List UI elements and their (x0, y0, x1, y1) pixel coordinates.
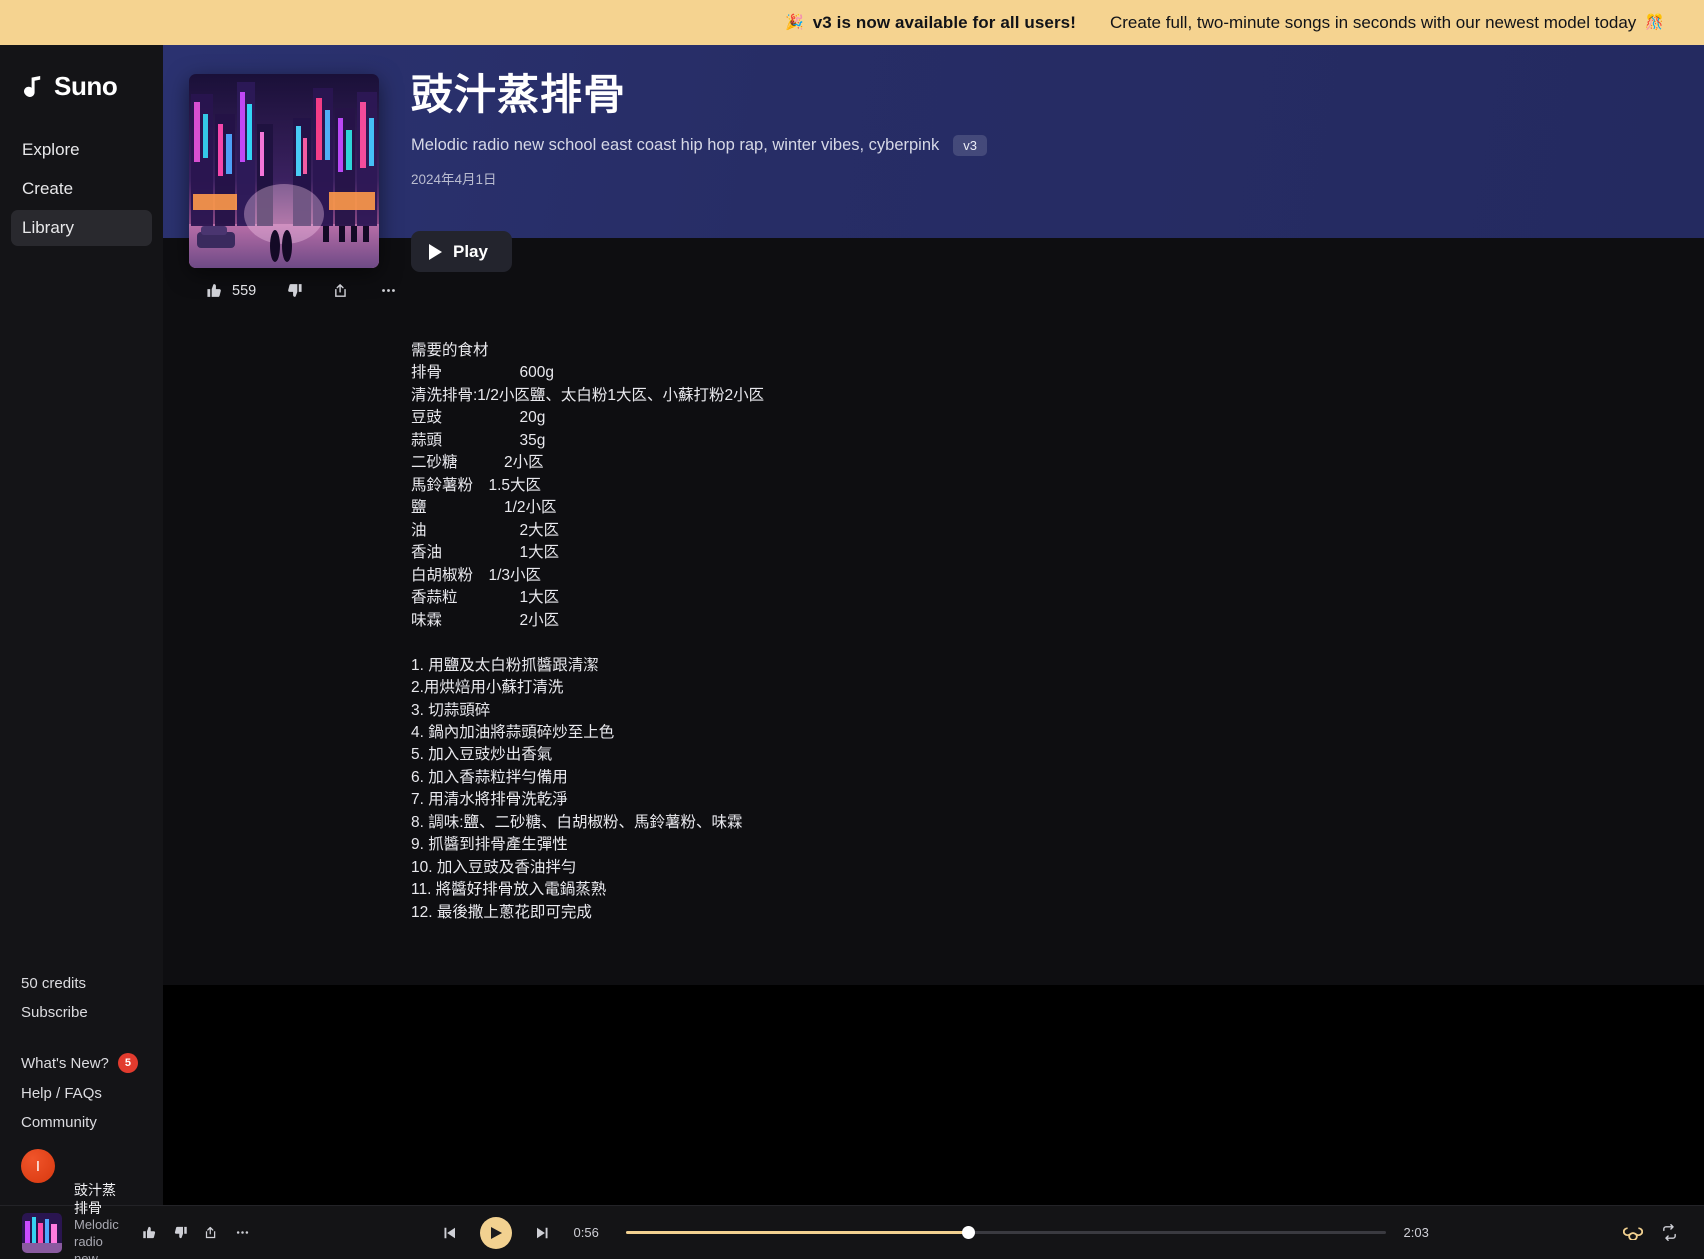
player-controls: 0:56 2:03 (250, 1216, 1623, 1249)
song-meta-row: Melodic radio new school east coast hip … (411, 135, 988, 157)
cover-art[interactable] (189, 74, 379, 268)
player-actions (142, 1225, 250, 1240)
thumbs-up-icon (207, 284, 221, 297)
sidebar-item-library[interactable]: Library (11, 210, 152, 246)
player-share-icon[interactable] (204, 1225, 219, 1240)
credits-label: 50 credits (21, 975, 87, 992)
whats-new-label: What's New? (21, 1054, 109, 1072)
share-icon (335, 284, 346, 297)
player-ellipsis-icon[interactable] (235, 1225, 250, 1240)
dislike-button[interactable] (281, 277, 308, 304)
like-count: 559 (232, 282, 257, 299)
whats-new-link[interactable]: What's New? 5 (0, 1047, 163, 1079)
help-faqs-link[interactable]: Help / FAQs (0, 1079, 163, 1108)
play-button[interactable]: Play (411, 231, 512, 272)
page-title: 豉汁蒸排骨 (411, 71, 627, 118)
bottom-player-bar: 豉汁蒸排骨 Melodic radio new school (0, 1182, 1704, 1259)
community-link[interactable]: Community (0, 1108, 163, 1137)
player-play-button[interactable] (479, 1216, 512, 1249)
promo-subtext-text: Create full, two-minute songs in seconds… (1109, 12, 1637, 32)
seek-slider[interactable] (625, 1224, 1386, 1242)
sidebar-nav: Explore Create Library (0, 132, 163, 246)
share-button[interactable] (328, 277, 355, 304)
current-time: 0:56 (573, 1225, 599, 1240)
repeat-icon[interactable] (1661, 1224, 1678, 1241)
confetti-icon-right: 🎊 (1645, 14, 1664, 31)
like-button[interactable]: 559 (201, 277, 261, 304)
player-thumbs-down-icon[interactable] (173, 1225, 188, 1240)
suno-song-page: 🎉 v3 is now available for all users! Cre… (0, 0, 1704, 1259)
player-track-info: 豉汁蒸排骨 Melodic radio new school (0, 1181, 250, 1259)
suno-logo-icon (24, 75, 41, 97)
subscribe-link[interactable]: Subscribe (0, 998, 163, 1027)
seek-handle[interactable] (961, 1226, 975, 1239)
promo-banner: 🎉 v3 is now available for all users! Cre… (0, 0, 1704, 45)
player-thumbnail-image (22, 1212, 62, 1253)
sidebar-item-explore[interactable]: Explore (11, 132, 152, 168)
sidebar: Suno Explore Create Library 50 credits S… (0, 45, 163, 1205)
skip-previous-icon (444, 1227, 455, 1238)
promo-subtext: Create full, two-minute songs in seconds… (1110, 13, 1664, 33)
confetti-icon: 🎉 (784, 14, 804, 31)
player-play-icon (491, 1226, 502, 1239)
skip-next-icon (536, 1227, 547, 1238)
avatar[interactable]: I (21, 1149, 55, 1183)
song-actions: 559 (201, 277, 402, 304)
play-button-label: Play (453, 241, 488, 261)
player-thumbnail[interactable] (22, 1212, 62, 1253)
video-player-pane[interactable] (163, 985, 1704, 1205)
play-icon (429, 243, 442, 260)
whats-new-badge: 5 (117, 1053, 138, 1073)
next-track-button[interactable] (530, 1220, 556, 1246)
previous-track-button[interactable] (436, 1220, 462, 1246)
main-content: 豉汁蒸排骨 Melodic radio new school east coas… (163, 45, 1704, 1205)
more-options-button[interactable] (375, 277, 402, 304)
song-date: 2024年4月1日 (411, 172, 497, 188)
infinity-icon[interactable] (1623, 1226, 1643, 1240)
promo-headline: 🎉 v3 is now available for all users! (785, 13, 1076, 33)
player-thumbs-up-icon[interactable] (142, 1225, 157, 1240)
player-right-controls (1623, 1224, 1704, 1241)
song-info: 豉汁蒸排骨 Melodic radio new school east coas… (411, 71, 988, 188)
total-time: 2:03 (1403, 1225, 1429, 1240)
sidebar-footer: 50 credits Subscribe What's New? 5 Help … (0, 969, 163, 1205)
player-song-title: 豉汁蒸排骨 (74, 1181, 116, 1216)
player-text-block: 豉汁蒸排骨 Melodic radio new school (74, 1181, 122, 1259)
brand-logo-group[interactable]: Suno (0, 63, 163, 102)
song-lyrics: 需要的食材 排骨 600g 清洗排骨:1/2小匛鹽、太白粉1大匛、小蘇打粉2小匛… (411, 342, 765, 921)
ellipsis-icon (382, 289, 396, 292)
brand-name: Suno (54, 71, 118, 101)
cover-art-image (189, 74, 379, 268)
song-tagline: Melodic radio new school east coast hip … (411, 136, 940, 155)
player-song-artist: Melodic radio new school (74, 1216, 119, 1259)
sidebar-item-create[interactable]: Create (11, 171, 152, 207)
thumbs-down-icon (288, 284, 302, 297)
promo-headline-text: v3 is now available for all users! (812, 12, 1076, 32)
version-badge: v3 (953, 135, 988, 157)
seek-progress (625, 1231, 968, 1234)
